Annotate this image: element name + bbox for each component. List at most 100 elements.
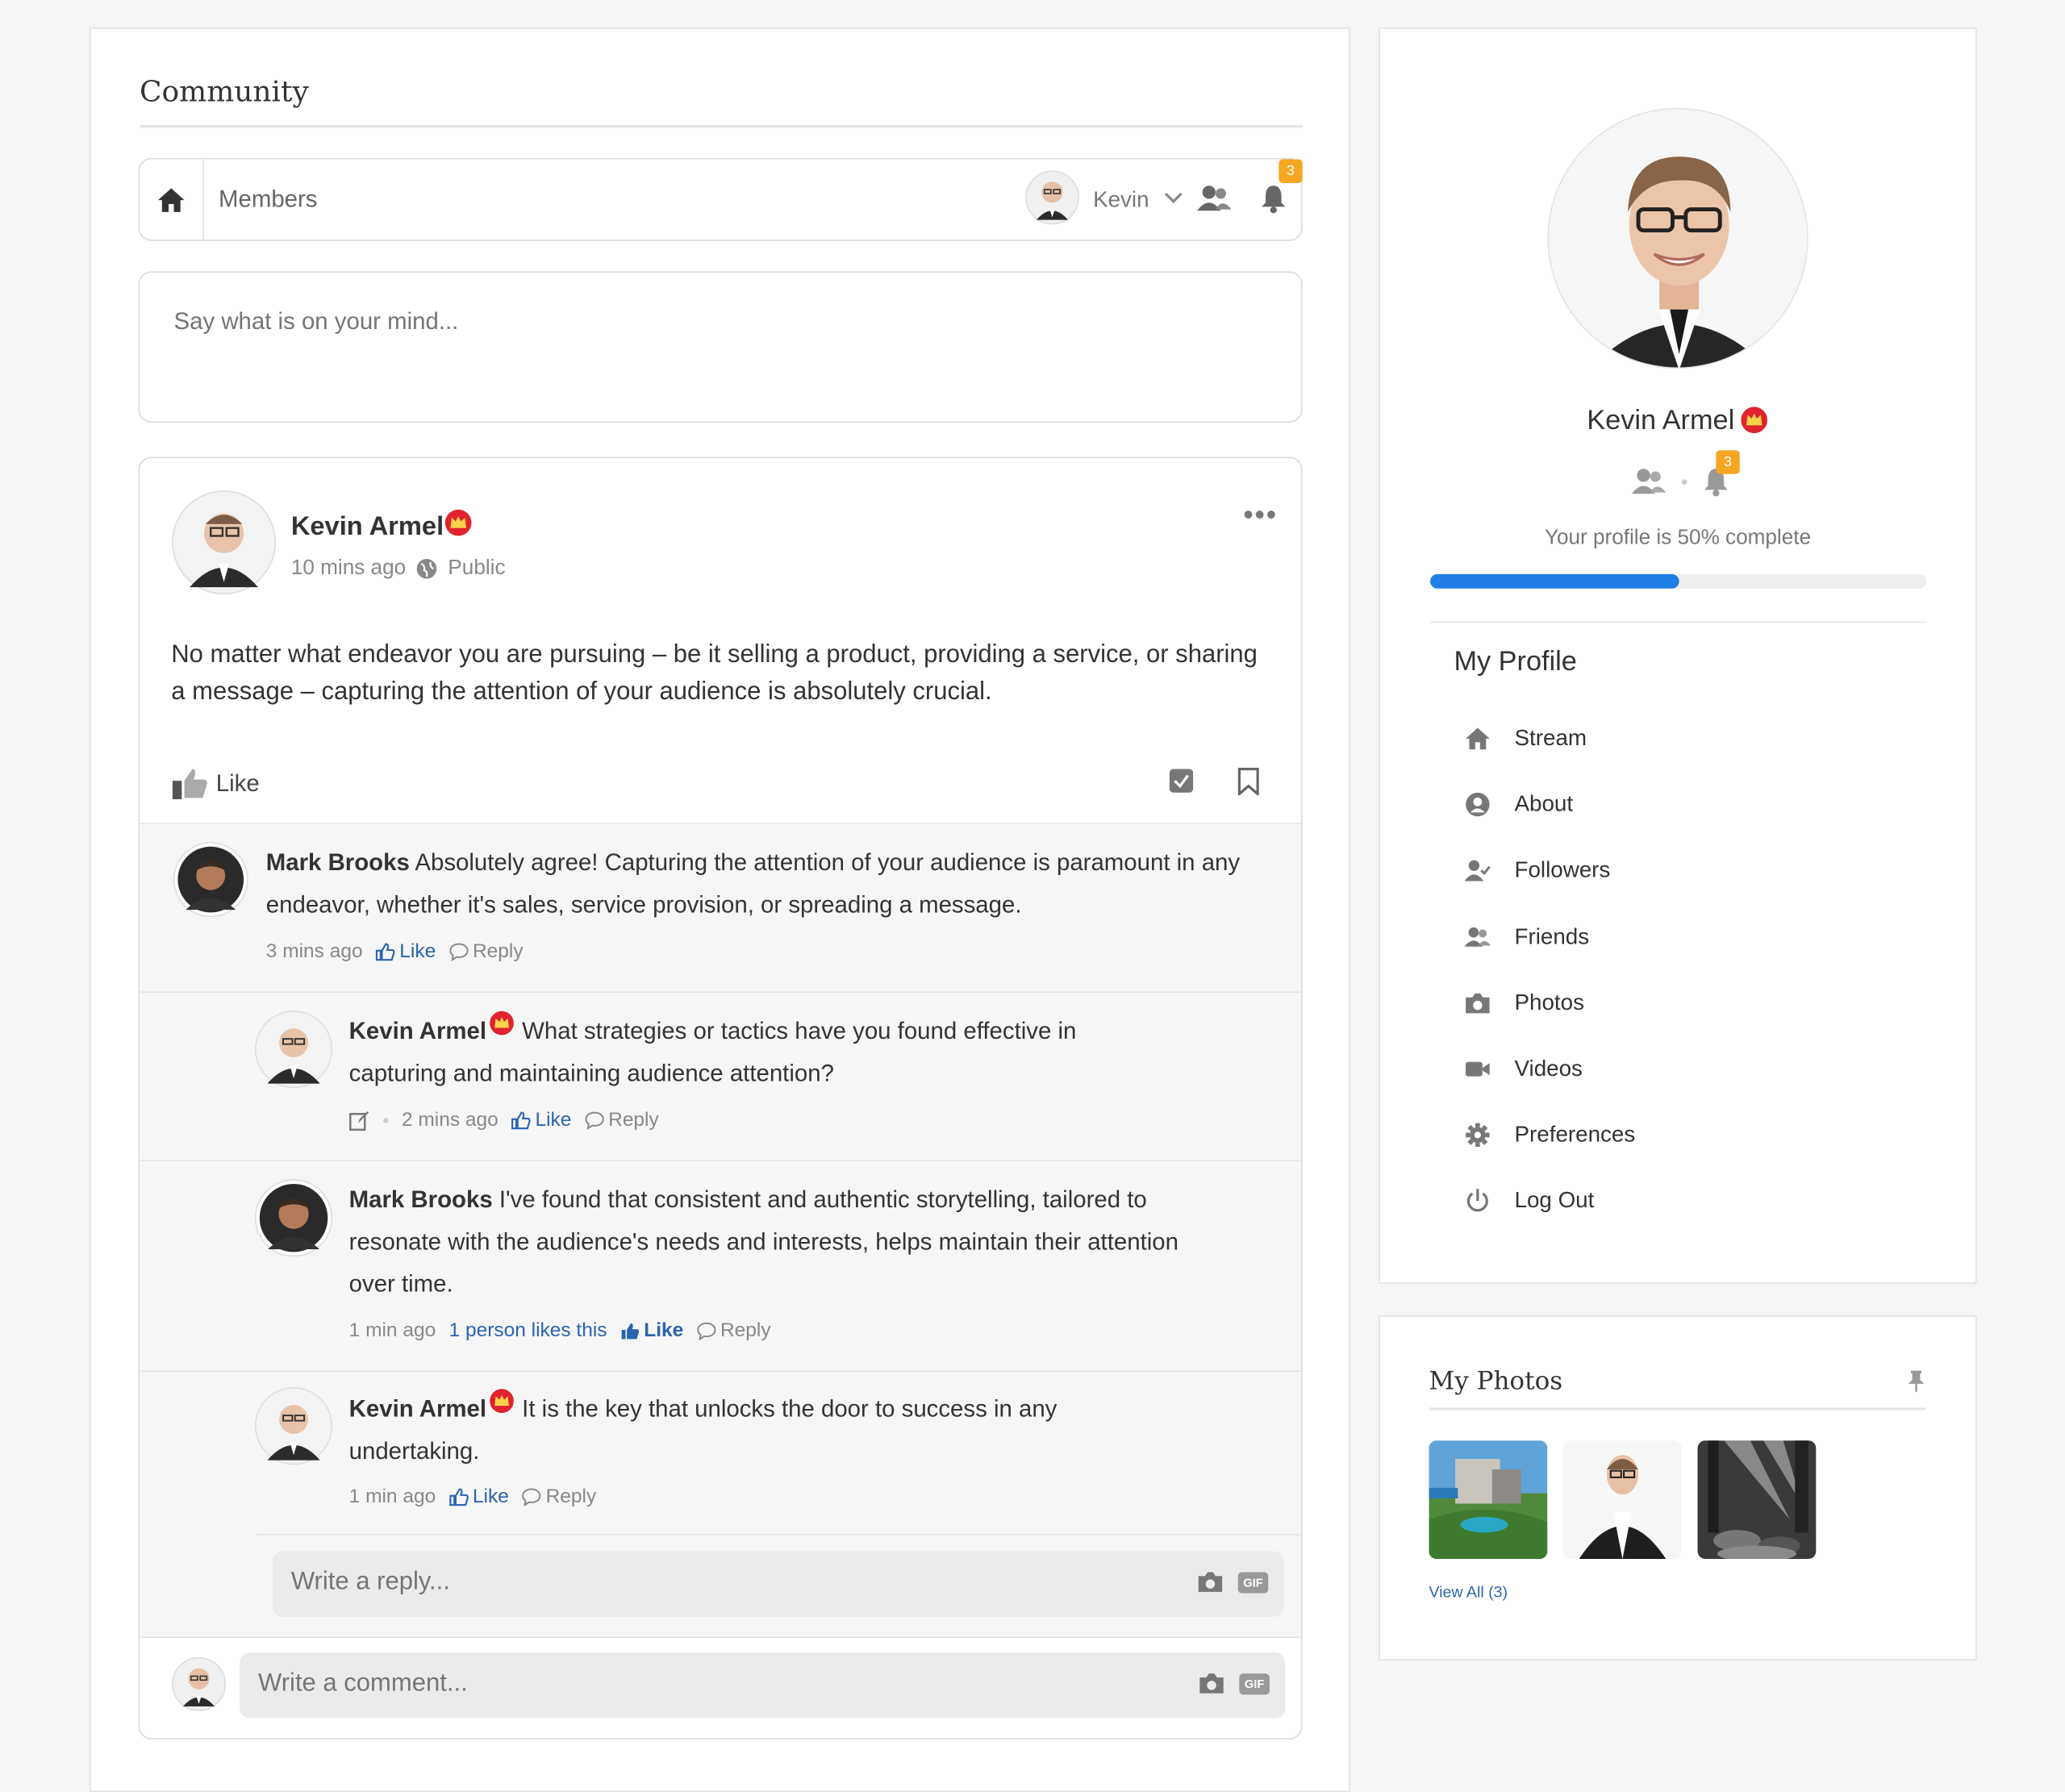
power-icon [1466, 1189, 1488, 1213]
profile-completion-text: Your profile is 50% complete [1544, 527, 1812, 549]
edit-icon[interactable] [349, 1110, 370, 1131]
my-profile-heading: My Profile [1454, 646, 1577, 677]
reply-input[interactable] [288, 1566, 1163, 1599]
photo-thumbnail-forest[interactable] [1697, 1440, 1817, 1560]
page-title: Community [140, 76, 309, 110]
toolbar-avatar[interactable] [1024, 170, 1080, 232]
comment-meta: 1 min ago 1 person likes this Like Reply [349, 1319, 771, 1342]
members-link[interactable]: Members [219, 185, 317, 213]
comment-like-button[interactable]: Like [449, 1486, 509, 1507]
comment-reply-button[interactable]: Reply [522, 1486, 596, 1507]
gif-button[interactable]: GIF [1239, 1673, 1270, 1695]
comment-likes-summary[interactable]: 1 person likes this [449, 1319, 607, 1342]
reply-box[interactable]: GIF [272, 1551, 1284, 1617]
comment-author[interactable]: Kevin Armel [349, 1396, 486, 1423]
post-time: 10 mins ago [290, 556, 407, 580]
speech-bubble-icon [522, 1487, 542, 1506]
comment-author[interactable]: Mark Brooks [266, 849, 410, 876]
menu-item-preferences[interactable]: Preferences [1465, 1102, 1913, 1169]
photo-thumbnail-portrait[interactable] [1562, 1440, 1682, 1560]
crown-badge-icon [490, 1389, 515, 1413]
friends-icon[interactable] [1197, 185, 1232, 214]
bell-icon[interactable] [1260, 185, 1287, 214]
comment-box[interactable]: GIF [240, 1652, 1286, 1719]
post-options-button[interactable]: ••• [1243, 498, 1278, 531]
menu-item-videos[interactable]: Videos [1465, 1036, 1913, 1102]
comment-item: Mark Brooks I've found that consistent a… [140, 1161, 1302, 1373]
crown-badge-icon [444, 509, 472, 536]
comment-like-button[interactable]: Like [620, 1319, 683, 1342]
thumbs-up-filled-icon [621, 1322, 639, 1339]
thumbs-up-outline-icon [376, 942, 396, 961]
profile-progress-fill [1430, 573, 1679, 589]
friends-icon[interactable] [1631, 468, 1667, 497]
title-divider [140, 125, 1303, 128]
comment-reply-button[interactable]: Reply [697, 1319, 771, 1342]
users-icon [1464, 927, 1491, 947]
camera-icon[interactable] [1199, 1672, 1225, 1694]
crown-badge-icon [490, 1011, 515, 1036]
gear-icon [1466, 1123, 1490, 1148]
home-button[interactable] [140, 159, 205, 240]
post-like-label: Like [215, 769, 260, 796]
comment-input[interactable] [255, 1668, 1130, 1700]
comment-thread: Mark Brooks Absolutely agree! Capturing … [140, 824, 1302, 1739]
speech-bubble-icon [449, 942, 469, 961]
camera-icon[interactable] [1197, 1571, 1224, 1594]
profile-quick-icons [1631, 468, 1729, 497]
gif-button[interactable]: GIF [1237, 1572, 1269, 1594]
comment-time: 3 mins ago [265, 940, 363, 963]
chevron-down-icon[interactable] [1164, 191, 1183, 204]
post-author-avatar[interactable] [171, 490, 277, 602]
comment-reply-button[interactable]: Reply [449, 940, 524, 962]
home-icon [157, 187, 185, 212]
camera-icon [1466, 993, 1490, 1014]
post-card: Kevin Armel 10 mins ago Public ••• No ma… [138, 456, 1303, 1740]
pin-icon[interactable] [1907, 1369, 1925, 1393]
profile-notification-badge: 3 [1716, 450, 1740, 474]
menu-item-stream[interactable]: Stream [1465, 706, 1913, 772]
toolbar-user-name[interactable]: Kevin [1093, 187, 1149, 214]
comment-item: Kevin Armel What strategies or tactics h… [140, 993, 1302, 1161]
profile-name-row: Kevin Armel [1380, 406, 1975, 437]
menu-item-photos[interactable]: Photos [1465, 970, 1913, 1036]
menu-item-logout[interactable]: Log Out [1465, 1169, 1913, 1235]
comment-avatar[interactable] [173, 841, 249, 924]
photo-thumbnail-resort[interactable] [1429, 1440, 1548, 1560]
status-input[interactable] [171, 306, 1257, 337]
menu-item-friends[interactable]: Friends [1464, 904, 1913, 970]
my-photos-panel: My Photos View All (3) [1379, 1315, 1977, 1661]
menu-item-about[interactable]: About [1465, 772, 1913, 838]
post-author-name[interactable]: Kevin Armel [291, 512, 444, 543]
my-photos-heading: My Photos [1429, 1366, 1563, 1396]
comment-avatar[interactable] [254, 1010, 333, 1095]
post-body: No matter what endeavor you are pursuing… [171, 641, 1258, 706]
comment-bar: GIF [140, 1636, 1302, 1739]
bookmark-icon[interactable] [1237, 767, 1259, 796]
comment-text: Mark Brooks I've found that consistent a… [349, 1178, 1205, 1305]
post-meta: 10 mins ago Public [291, 557, 506, 581]
thumbs-up-icon [172, 769, 207, 800]
menu-item-followers[interactable]: Followers [1464, 838, 1913, 904]
comment-like-button[interactable]: Like [511, 1109, 571, 1131]
community-panel: Community Members Kevin 3 Kevin Armel [90, 27, 1350, 1792]
comment-author[interactable]: Kevin Armel [349, 1018, 486, 1044]
comment-meta: 1 min ago Like Reply [349, 1486, 597, 1508]
comment-like-button[interactable]: Like [376, 940, 436, 962]
thumbs-up-outline-icon [511, 1111, 532, 1129]
comment-avatar[interactable] [254, 1386, 333, 1472]
profile-photo[interactable] [1547, 107, 1808, 369]
checkbox-icon[interactable] [1169, 769, 1194, 793]
view-all-photos-link[interactable]: View All (3) [1429, 1582, 1508, 1601]
comment-author[interactable]: Mark Brooks [349, 1186, 493, 1213]
comment-avatar[interactable] [254, 1178, 333, 1264]
comment-reply-button[interactable]: Reply [585, 1109, 659, 1131]
meta-separator-dot [383, 1117, 389, 1123]
home-icon [1465, 727, 1490, 750]
post-like-button[interactable]: Like [171, 766, 260, 800]
user-circle-icon [1466, 793, 1490, 817]
status-composer[interactable] [138, 271, 1303, 423]
profile-name[interactable]: Kevin Armel [1587, 406, 1734, 437]
profile-menu: Stream About Followers Friends Photos Vi… [1464, 706, 1913, 1235]
my-photos-divider [1429, 1407, 1925, 1411]
